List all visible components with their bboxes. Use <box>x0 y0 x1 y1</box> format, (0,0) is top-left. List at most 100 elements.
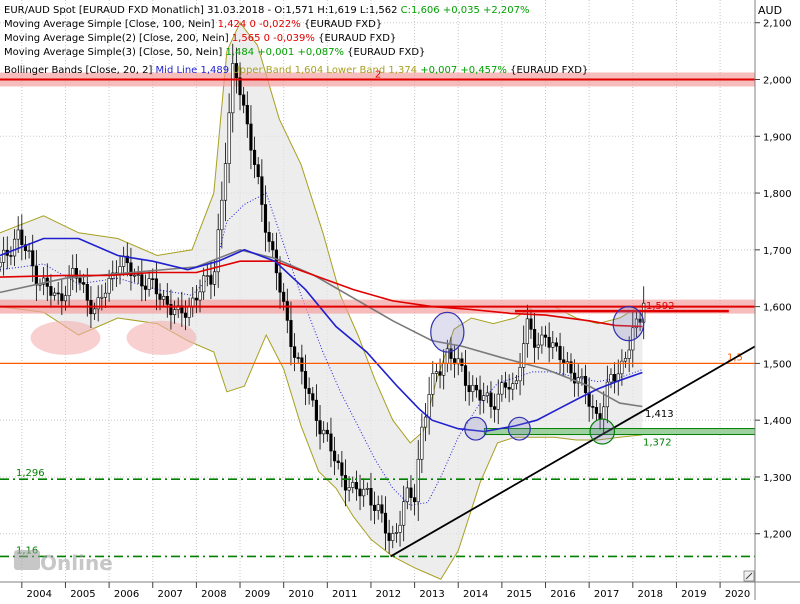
candle-body <box>398 524 402 533</box>
candle-body <box>198 291 202 301</box>
candle-body <box>194 297 198 301</box>
candle-body <box>554 342 559 347</box>
candle-body <box>354 482 358 490</box>
candle-body <box>82 282 86 285</box>
candle-body <box>627 349 631 359</box>
candle-body <box>351 482 355 488</box>
candle-body <box>103 292 108 298</box>
candle-body <box>162 296 166 300</box>
candle-body <box>405 487 409 503</box>
candle-body <box>158 293 162 300</box>
candle-body <box>602 406 606 420</box>
y-tick-label: 1,600 <box>763 303 792 314</box>
candle-body <box>518 367 522 382</box>
y-tick-label: 1,400 <box>763 416 792 427</box>
candle-body <box>92 308 97 315</box>
candle-body <box>100 296 104 299</box>
highlight-ellipse <box>126 320 197 355</box>
level-text-label: 1,413 <box>645 409 674 420</box>
chart-window: 21,5921,51,4131,3721,2961,16 2,1002,0001… <box>0 0 800 600</box>
candle-body <box>340 462 344 476</box>
y-tick-label: 2,000 <box>763 75 792 86</box>
candle-body <box>318 420 322 435</box>
candle-body <box>263 204 268 233</box>
candle-body <box>514 380 518 384</box>
candle-body <box>154 278 158 295</box>
marker-circle <box>612 306 645 342</box>
candle-body <box>132 274 137 277</box>
candle-body <box>151 278 155 280</box>
y-tick-label: 1,700 <box>763 246 792 257</box>
candle-body <box>56 292 60 295</box>
x-tick-label: 2016 <box>550 589 575 600</box>
candle-body <box>293 346 297 358</box>
candle-body <box>416 458 420 503</box>
candle-body <box>2 249 6 263</box>
legend-price: EUR/AUD Spot [EURAUD FXD Monatlich] 31.0… <box>4 5 530 16</box>
x-tick-label: 2013 <box>419 589 444 600</box>
x-tick-label: 2007 <box>157 589 182 600</box>
candle-body <box>303 371 308 389</box>
candle-body <box>358 488 362 497</box>
logo-text: Online <box>40 551 113 575</box>
legend-ma200: Moving Average Simple(2) [Close, 200, Ne… <box>4 33 396 44</box>
x-tick-label: 2009 <box>245 589 270 600</box>
candle-body <box>478 389 482 401</box>
candle-body <box>245 104 249 125</box>
x-tick-label: 2006 <box>114 589 139 600</box>
candle-body <box>525 318 529 344</box>
candle-body <box>402 501 406 526</box>
candle-body <box>78 277 82 283</box>
candle-body <box>187 305 191 318</box>
candle-body <box>49 286 53 296</box>
candle-body <box>209 275 213 285</box>
candle-body <box>311 393 315 401</box>
legend-ma50: Moving Average Simple(3) [Close, 50, Nei… <box>4 47 425 58</box>
candle-body <box>325 429 329 435</box>
candle-body <box>482 395 486 401</box>
candle-body <box>431 373 435 395</box>
candle-body <box>551 342 555 348</box>
candle-body <box>212 271 217 285</box>
x-tick-label: 2020 <box>725 589 750 600</box>
candle-body <box>63 295 68 302</box>
candle-body <box>20 229 24 245</box>
candle-body <box>365 488 369 490</box>
candle-body <box>362 488 366 497</box>
candle-body <box>463 365 468 386</box>
candle-body <box>191 297 195 307</box>
candle-body <box>282 291 286 302</box>
candle-body <box>249 123 253 151</box>
x-tick-label: 2019 <box>681 589 706 600</box>
candle-body <box>9 255 13 257</box>
candle-body <box>333 450 337 462</box>
candle-body <box>474 384 478 391</box>
candle-body <box>376 504 380 511</box>
candle-body <box>278 272 282 293</box>
y-tick-label: 1,800 <box>763 189 792 200</box>
x-tick-label: 2008 <box>201 589 226 600</box>
y-tick-label: 2,100 <box>763 19 792 30</box>
candle-body <box>471 384 475 392</box>
candle-body <box>85 284 89 301</box>
candle-body <box>223 163 228 201</box>
candle-body <box>380 504 384 514</box>
candle-body <box>260 176 264 205</box>
candle-body <box>31 250 35 267</box>
candle-body <box>267 232 271 242</box>
candle-body <box>460 358 464 366</box>
candle-body <box>296 357 300 359</box>
candle-body <box>500 382 504 395</box>
marker-circle <box>589 418 616 445</box>
candle-body <box>67 276 71 297</box>
resize-grip[interactable] <box>743 570 755 582</box>
x-tick-label: 2014 <box>463 589 488 600</box>
candle-body <box>391 533 395 541</box>
candle-body <box>172 309 177 316</box>
support-dashdot-label: 1,296 <box>16 468 45 479</box>
legend-ma100: Moving Average Simple [Close, 100, Nein]… <box>4 19 382 30</box>
candle-body <box>329 433 333 452</box>
candle-body <box>52 292 57 296</box>
candle-body <box>122 255 126 267</box>
candle-body <box>427 394 431 418</box>
